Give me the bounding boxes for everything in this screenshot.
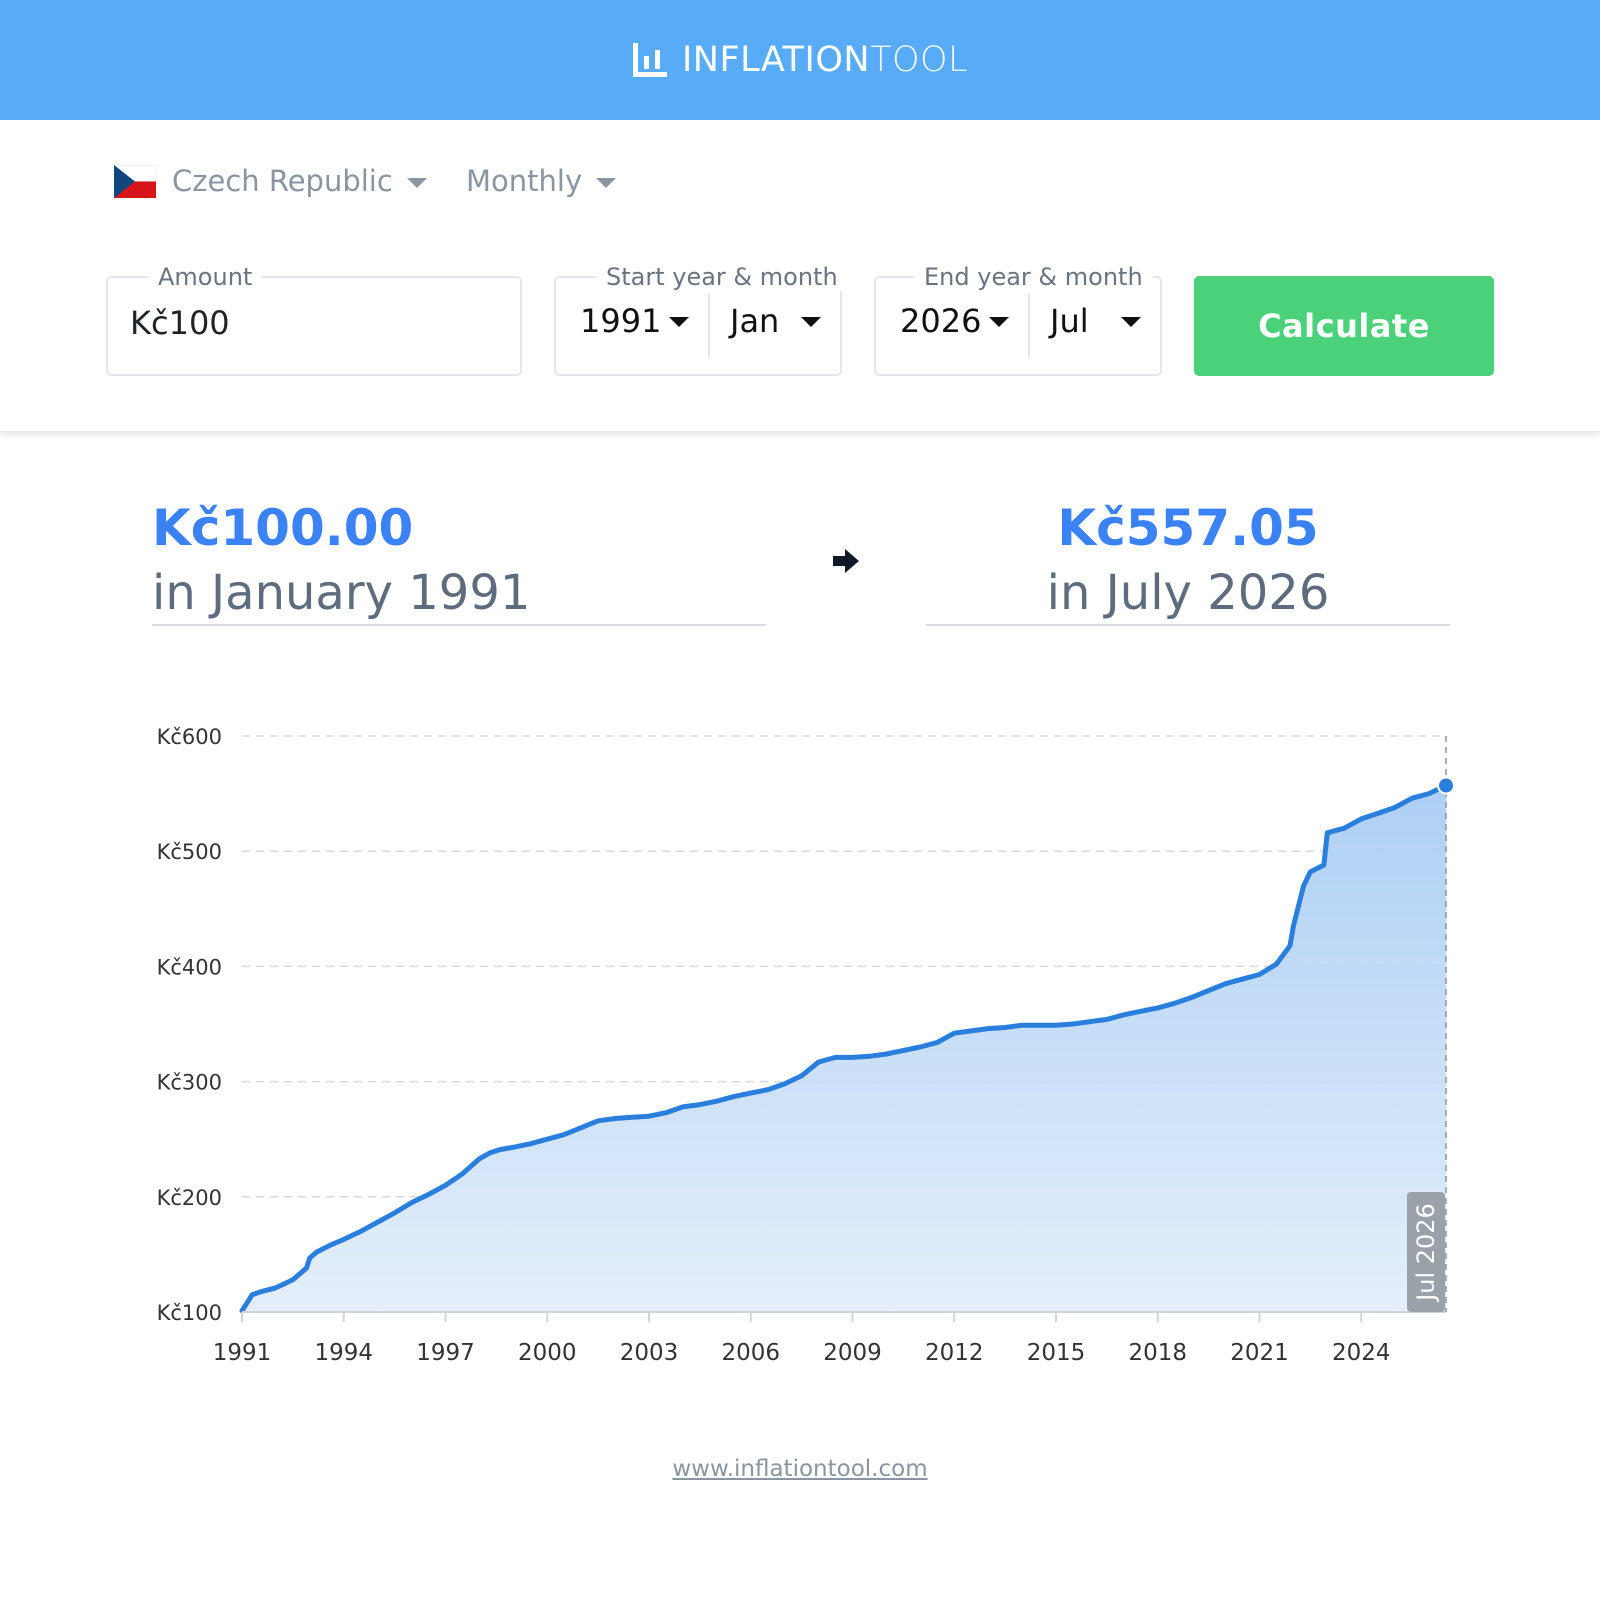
site-header: INFLATION TOOL xyxy=(0,0,1600,120)
start-result: Kč100.00 in January 1991 xyxy=(152,495,530,625)
calculator-panel: Czech Republic Monthly Amount Start year… xyxy=(0,120,1600,432)
start-amount: Kč100.00 xyxy=(152,499,414,557)
end-month-value: Jul xyxy=(1050,302,1089,340)
chart-x-tick-label: 2003 xyxy=(620,1340,679,1366)
end-date-text: in July 2026 xyxy=(1046,565,1330,621)
start-result-underline xyxy=(152,624,766,626)
chevron-down-icon xyxy=(1120,317,1141,327)
site-link[interactable]: www.inflationtool.com xyxy=(672,1456,927,1482)
calculate-button[interactable]: Calculate xyxy=(1194,276,1494,376)
end-date-label: End year & month xyxy=(914,263,1153,291)
arrow-right-icon xyxy=(833,549,859,573)
end-result: Kč557.05 in July 2026 xyxy=(926,495,1450,625)
site-logo[interactable]: INFLATION TOOL xyxy=(632,40,968,80)
chart-x-tick-label: 2006 xyxy=(721,1340,780,1366)
start-year-value: 1991 xyxy=(580,302,662,340)
chart-y-tick-label: Kč200 xyxy=(157,1186,222,1210)
chart-x-axis: 1991 1994 1997 2000 2003 2006 2009 2012 2015 2018… xyxy=(213,1312,1391,1366)
logo-text-primary: INFLATION xyxy=(681,40,871,80)
chart-x-tick-label: 2021 xyxy=(1230,1340,1289,1366)
frequency-selector[interactable]: Monthly xyxy=(466,164,617,198)
logo-text-secondary: TOOL xyxy=(870,40,969,80)
start-date-label: Start year & month xyxy=(596,263,848,291)
chart-x-tick-label: 2015 xyxy=(1027,1340,1086,1366)
chevron-down-icon xyxy=(406,178,427,188)
start-date-text: in January 1991 xyxy=(152,565,531,621)
chart-x-tick-label: 1997 xyxy=(416,1340,475,1366)
start-date-field: Start year & month 1991 Jan xyxy=(554,263,848,376)
chart-y-axis: Kč100 Kč200 Kč300 Kč400 Kč500 Kč600 xyxy=(157,725,222,1325)
start-month-select[interactable]: Jan xyxy=(730,302,822,340)
country-label: Czech Republic xyxy=(172,164,393,198)
amount-input[interactable] xyxy=(130,304,490,342)
chevron-down-icon xyxy=(801,317,822,327)
chart-y-tick-label: Kč300 xyxy=(157,1071,222,1095)
end-result-underline xyxy=(926,624,1450,626)
chart-x-tick-label: 1991 xyxy=(213,1340,272,1366)
inflation-chart[interactable]: Kč100Kč200Kč300Kč400Kč500Kč600 1991 1994 1… xyxy=(0,700,1600,1390)
amount-field: Amount xyxy=(106,263,522,376)
chevron-down-icon xyxy=(669,317,690,327)
country-selector[interactable]: Czech Republic xyxy=(114,164,427,198)
chart-y-tick-label: Kč600 xyxy=(157,725,222,749)
chart-y-tick-label: Kč100 xyxy=(157,1301,222,1325)
chevron-down-icon xyxy=(596,178,617,188)
chart-x-tick-label: 2000 xyxy=(518,1340,577,1366)
chart-date-marker: Jul 2026 xyxy=(1407,1192,1445,1312)
chart-date-marker-label: Jul 2026 xyxy=(1412,1203,1440,1303)
chart-end-point[interactable] xyxy=(1437,776,1455,795)
chart-x-tick-label: 2009 xyxy=(823,1340,882,1366)
end-date-field: End year & month 2026 Jul xyxy=(874,263,1162,376)
start-year-select[interactable]: 1991 xyxy=(580,302,690,340)
frequency-label: Monthly xyxy=(466,164,583,198)
chart-y-tick-label: Kč400 xyxy=(157,955,222,979)
chart-x-tick-label: 2024 xyxy=(1332,1340,1391,1366)
select-divider xyxy=(1028,294,1030,358)
bar-chart-icon xyxy=(632,43,667,77)
chart-x-tick-label: 1994 xyxy=(314,1340,373,1366)
start-month-value: Jan xyxy=(730,302,780,340)
czech-flag-icon xyxy=(114,164,156,198)
chart-y-tick-label: Kč500 xyxy=(157,840,222,864)
end-year-value: 2026 xyxy=(900,302,982,340)
chevron-down-icon xyxy=(989,317,1010,327)
chart-area xyxy=(242,785,1446,1312)
select-divider xyxy=(708,294,710,358)
chart-x-tick-label: 2018 xyxy=(1128,1340,1187,1366)
end-month-select[interactable]: Jul xyxy=(1050,302,1141,340)
chart-x-tick-label: 2012 xyxy=(925,1340,984,1366)
footer: www.inflationtool.com xyxy=(0,1456,1600,1482)
end-year-select[interactable]: 2026 xyxy=(900,302,1010,340)
amount-label: Amount xyxy=(148,263,263,291)
end-amount: Kč557.05 xyxy=(1057,499,1319,557)
